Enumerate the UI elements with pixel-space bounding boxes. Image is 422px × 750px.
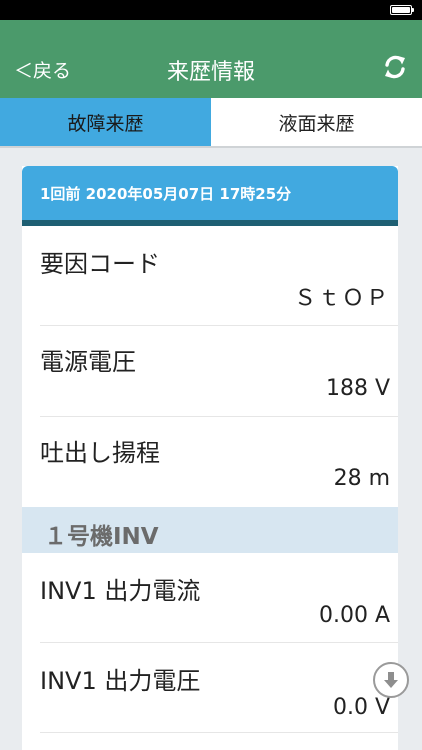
inv1-output-voltage-label: INV1 出力電圧: [40, 667, 201, 695]
list-item: 電源電圧 188 V: [40, 326, 398, 417]
inv1-output-current-value: 0.00 A: [318, 603, 390, 628]
inv1-output-current-label: INV1 出力電流: [40, 577, 201, 605]
factor-code-value: ＳｔＯＰ: [293, 286, 390, 311]
tab-level-history[interactable]: 液面来歴: [211, 98, 422, 146]
section-title: １号機INV: [44, 524, 159, 550]
tab-failure-history[interactable]: 故障来歴: [0, 98, 211, 146]
list-item: INV1 出力電圧 0.0 V: [40, 643, 398, 733]
refresh-button[interactable]: [380, 52, 410, 82]
history-record-card: 1回前 2020年05月07日 17時25分 要因コード ＳｔＯＰ 電源電圧 1…: [22, 166, 398, 750]
factor-code-label: 要因コード: [40, 250, 160, 278]
arrow-down-circle-icon: [384, 672, 398, 688]
inv1-output-voltage-value: 0.0 V: [332, 695, 390, 720]
supply-voltage-label: 電源電圧: [40, 348, 136, 376]
scroll-down-button[interactable]: [373, 662, 409, 698]
page-title: 来歴情報: [166, 60, 255, 85]
battery-icon: [390, 5, 414, 15]
status-bar: [0, 0, 422, 20]
discharge-head-label: 吐出し揚程: [40, 439, 160, 467]
record-timestamp: 1回前 2020年05月07日 17時25分: [22, 166, 398, 226]
list-item: 吐出し揚程 28 m: [40, 417, 398, 507]
tab-bar: 故障来歴 液面来歴: [0, 98, 422, 148]
list-item: 要因コード ＳｔＯＰ: [40, 226, 398, 326]
navigation-bar: ＜戻る 来歴情報: [0, 20, 422, 98]
discharge-head-value: 28 m: [333, 466, 390, 491]
refresh-icon: [385, 55, 405, 79]
supply-voltage-value: 188 V: [325, 376, 390, 401]
section-header: １号機INV: [22, 507, 398, 553]
list-item: INV1 出力電流 0.00 A: [40, 553, 398, 643]
